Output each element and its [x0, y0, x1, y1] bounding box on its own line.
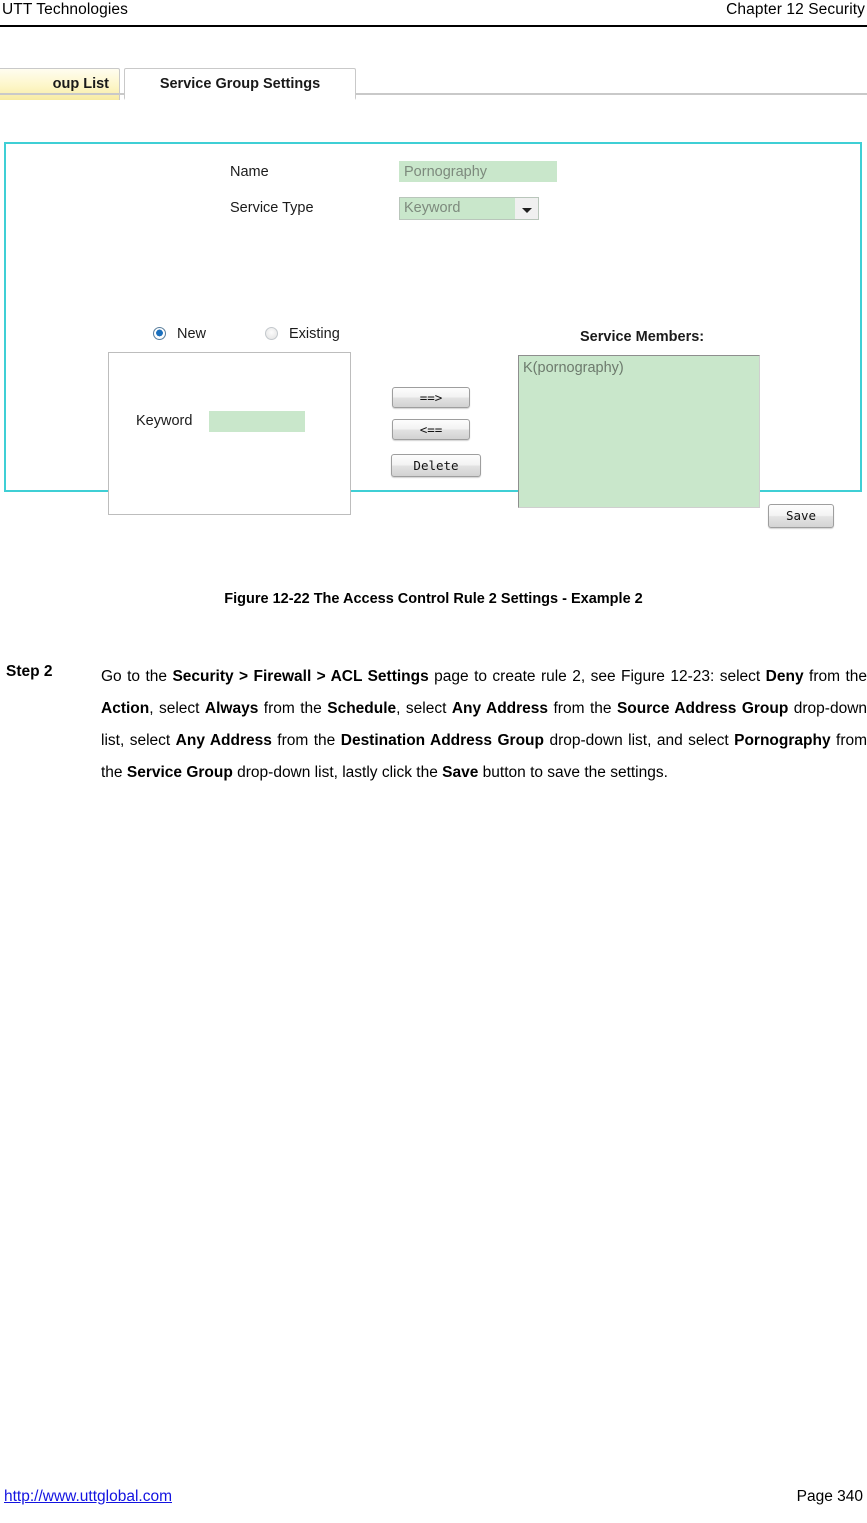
footer-url[interactable]: http://www.uttglobal.com	[4, 1488, 172, 1506]
name-label: Name	[230, 164, 269, 180]
radio-new[interactable]: New	[153, 326, 206, 342]
tab-service-group-settings[interactable]: Service Group Settings	[124, 68, 356, 100]
service-type-label: Service Type	[230, 200, 314, 216]
radio-existing-label: Existing	[289, 326, 340, 342]
keyword-input[interactable]	[209, 411, 305, 432]
header-company: UTT Technologies	[2, 1, 128, 18]
radio-existing-dot	[265, 327, 278, 340]
remove-member-button[interactable]: <==	[392, 419, 470, 440]
tab-strip-filler	[356, 80, 867, 101]
add-member-button[interactable]: ==>	[392, 387, 470, 408]
list-item[interactable]: K(pornography)	[523, 359, 759, 378]
radio-existing[interactable]: Existing	[265, 326, 340, 342]
name-input[interactable]	[399, 161, 557, 182]
page-header: UTT Technologies Chapter 12 Security	[0, 0, 867, 28]
service-members-label: Service Members:	[580, 329, 705, 345]
page-footer: http://www.uttglobal.com Page 340	[0, 1488, 867, 1514]
chevron-down-icon[interactable]	[515, 197, 539, 220]
header-chapter: Chapter 12 Security	[726, 1, 865, 18]
tab-service-group-list[interactable]: oup List	[0, 68, 120, 100]
keyword-panel	[108, 352, 351, 515]
step-body: Go to the Security > Firewall > ACL Sett…	[101, 668, 867, 781]
delete-button[interactable]: Delete	[391, 454, 481, 477]
radio-new-dot	[153, 327, 166, 340]
save-button[interactable]: Save	[768, 504, 834, 528]
radio-new-label: New	[177, 326, 207, 342]
ui-screenshot: oup List Service Group Settings Name Ser…	[0, 58, 867, 538]
figure-caption: Figure 12-22 The Access Control Rule 2 S…	[224, 591, 643, 607]
keyword-label: Keyword	[136, 413, 193, 429]
footer-page-number: Page 340	[796, 1488, 863, 1505]
header-divider	[0, 25, 867, 27]
service-members-list[interactable]: K(pornography)	[518, 355, 760, 508]
step-label: Step 2	[6, 663, 53, 680]
